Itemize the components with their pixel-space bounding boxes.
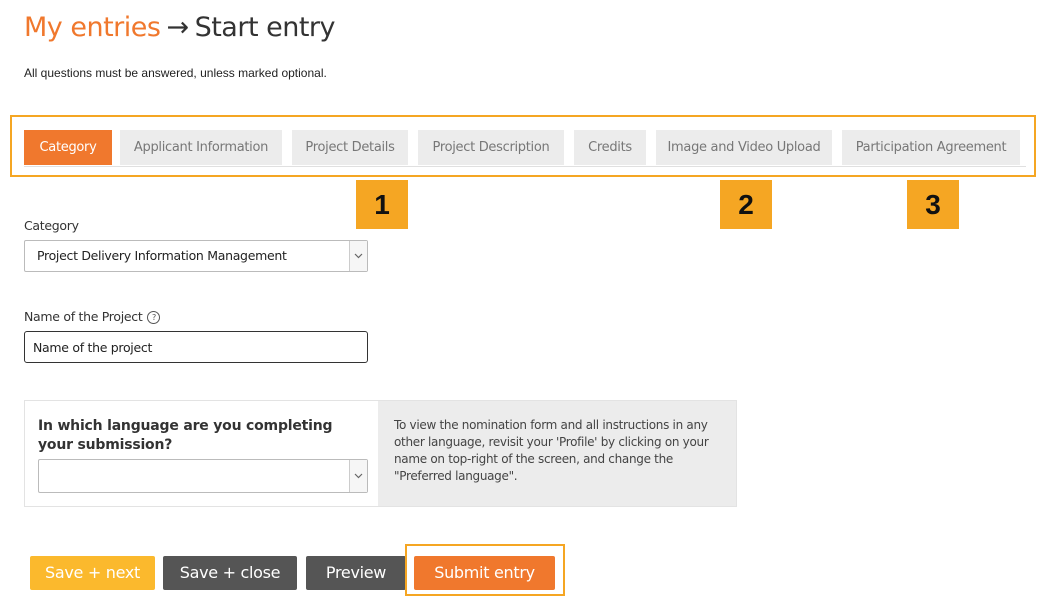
tab-project-description[interactable]: Project Description bbox=[418, 130, 564, 165]
arrow-right-icon: → bbox=[166, 12, 189, 43]
save-next-button[interactable]: Save + next bbox=[30, 556, 155, 590]
category-label: Category bbox=[24, 218, 79, 233]
annotation-badge-2: 2 bbox=[720, 180, 772, 229]
project-name-label-text: Name of the Project bbox=[24, 309, 143, 324]
annotation-badge-1: 1 bbox=[356, 180, 408, 229]
tab-participation-agreement[interactable]: Participation Agreement bbox=[842, 130, 1020, 165]
language-info-text: To view the nomination form and all inst… bbox=[378, 401, 736, 506]
preview-button[interactable]: Preview bbox=[306, 556, 406, 590]
submit-entry-button[interactable]: Submit entry bbox=[414, 556, 555, 590]
tab-credits[interactable]: Credits bbox=[574, 130, 646, 165]
language-question: In which language are you completing you… bbox=[38, 418, 333, 453]
tab-bar: Category Applicant Information Project D… bbox=[24, 130, 1026, 167]
page-title: My entries → Start entry bbox=[24, 12, 336, 43]
annotation-badge-3: 3 bbox=[907, 180, 959, 229]
tab-image-video-upload[interactable]: Image and Video Upload bbox=[656, 130, 832, 165]
tab-category[interactable]: Category bbox=[24, 130, 112, 165]
instructions-text: All questions must be answered, unless m… bbox=[24, 66, 327, 80]
chevron-down-icon bbox=[349, 460, 367, 492]
language-panel: In which language are you completing you… bbox=[24, 400, 737, 507]
chevron-down-icon bbox=[349, 241, 367, 271]
tab-project-details[interactable]: Project Details bbox=[292, 130, 408, 165]
tab-applicant-information[interactable]: Applicant Information bbox=[120, 130, 282, 165]
project-name-label: Name of the Project? bbox=[24, 309, 161, 324]
save-close-button[interactable]: Save + close bbox=[163, 556, 297, 590]
breadcrumb-my-entries[interactable]: My entries bbox=[24, 12, 161, 43]
project-name-input[interactable] bbox=[24, 331, 368, 363]
help-circle-icon[interactable]: ? bbox=[147, 311, 161, 324]
category-select-value: Project Delivery Information Management bbox=[37, 248, 287, 263]
category-select[interactable]: Project Delivery Information Management bbox=[24, 240, 368, 272]
language-select[interactable] bbox=[38, 459, 368, 493]
breadcrumb-current: Start entry bbox=[194, 12, 336, 43]
